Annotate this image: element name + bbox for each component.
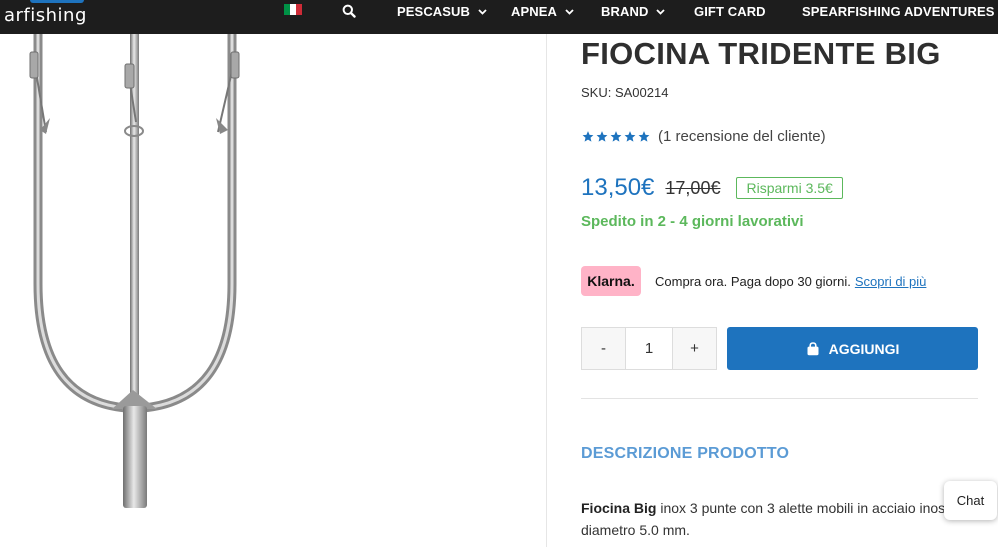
- star-rating: [581, 130, 651, 143]
- star-icon: [624, 131, 636, 142]
- nav-label: APNEA: [511, 4, 558, 19]
- klarna-text: Compra ora. Paga dopo 30 giorni.: [655, 273, 851, 289]
- klarna-promo: Klarna. Compra ora. Paga dopo 30 giorni.…: [581, 266, 926, 296]
- product-title: FIOCINA TRIDENTE BIG: [581, 36, 941, 71]
- star-icon: [596, 131, 608, 142]
- chevron-down-icon: [565, 8, 574, 15]
- search-icon[interactable]: [342, 4, 356, 18]
- product-image[interactable]: [0, 29, 546, 547]
- shopping-bag-icon: [807, 341, 819, 355]
- shipping-info: Spedito in 2 - 4 giorni lavorativi: [581, 213, 804, 230]
- nav-label: SPEARFISHING ADVENTURES: [802, 4, 995, 19]
- star-icon: [610, 131, 622, 142]
- quantity-stepper: - 1 +: [581, 327, 717, 370]
- nav-item-brand[interactable]: BRAND: [601, 4, 666, 19]
- add-to-cart-label: AGGIUNGI: [828, 340, 900, 357]
- chevron-down-icon: [656, 8, 666, 15]
- column-divider: [546, 34, 547, 547]
- logo-text[interactable]: arfishing: [4, 5, 87, 26]
- nav-item-apnea[interactable]: APNEA: [511, 4, 574, 19]
- star-icon: [638, 131, 650, 142]
- italian-flag-icon[interactable]: [284, 4, 302, 15]
- quantity-plus-button[interactable]: +: [673, 328, 716, 369]
- star-icon: [582, 131, 594, 142]
- chat-button[interactable]: Chat: [944, 481, 997, 520]
- current-price: 13,50€: [581, 174, 655, 201]
- reviews-link[interactable]: (1 recensione del cliente): [658, 128, 826, 145]
- nav-item-spearfishing-adventures[interactable]: SPEARFISHING ADVENTURES: [802, 4, 998, 19]
- nav-item-pescasub[interactable]: PESCASUB: [397, 4, 487, 19]
- logo-mark[interactable]: [30, 0, 84, 3]
- description-text: Fiocina Big inox 3 punte con 3 alette mo…: [581, 497, 998, 541]
- klarna-logo: Klarna.: [581, 266, 641, 296]
- nav-item-gift-card[interactable]: GIFT CARD: [694, 4, 766, 19]
- description-heading[interactable]: DESCRIZIONE PRODOTTO: [581, 445, 789, 463]
- quantity-input[interactable]: 1: [625, 328, 673, 369]
- price-row: 13,50€ 17,00€ Risparmi 3.5€: [581, 174, 843, 202]
- nav-label: PESCASUB: [397, 4, 471, 19]
- product-rating: (1 recensione del cliente): [581, 128, 826, 145]
- section-divider: [581, 398, 978, 399]
- product-sku: SKU: SA00214: [581, 85, 669, 100]
- savings-badge: Risparmi 3.5€: [736, 177, 843, 199]
- quantity-minus-button[interactable]: -: [582, 328, 625, 369]
- add-to-cart-button[interactable]: AGGIUNGI: [727, 327, 978, 370]
- old-price: 17,00€: [665, 177, 721, 198]
- klarna-learn-more-link[interactable]: Scopri di più: [855, 274, 927, 289]
- description-product-name: Fiocina Big: [581, 500, 657, 516]
- nav-label: BRAND: [601, 4, 649, 19]
- chevron-down-icon: [478, 8, 487, 15]
- top-navbar: arfishing PESCASUB APNEA BRAND GIFT CARD…: [0, 0, 998, 34]
- trident-image: [29, 29, 240, 508]
- nav-label: GIFT CARD: [694, 4, 766, 19]
